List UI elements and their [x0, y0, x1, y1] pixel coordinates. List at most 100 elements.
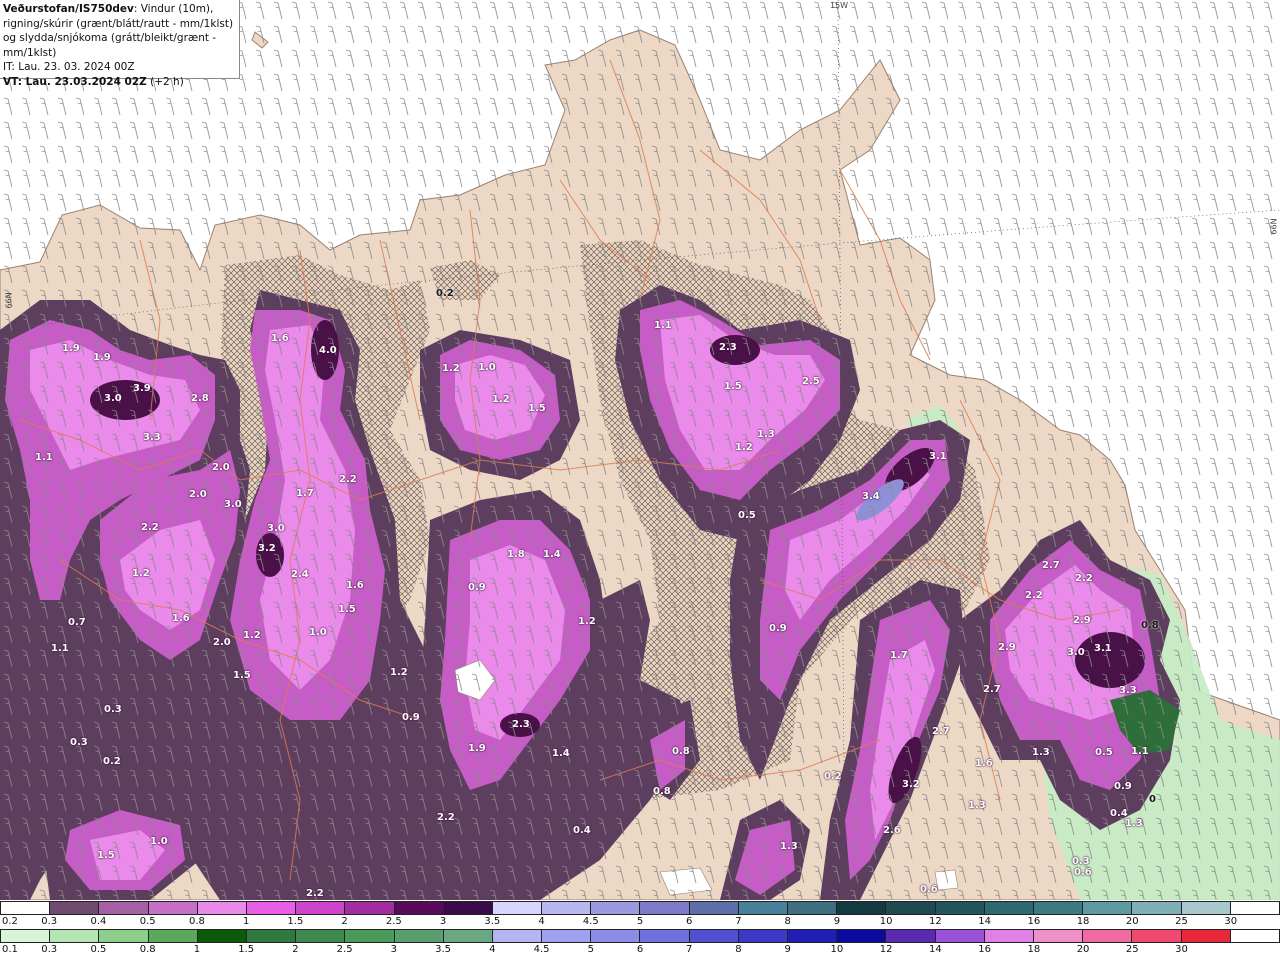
- legend-swatch: [640, 930, 690, 942]
- value-label: 3.0: [224, 499, 242, 510]
- value-label: 3.0: [1067, 647, 1085, 658]
- legend-tick-label: 2: [341, 916, 348, 927]
- value-label: 3.9: [133, 383, 151, 394]
- value-label: 0: [1149, 794, 1156, 805]
- value-label: 2.0: [212, 462, 230, 473]
- legend-tick-label: 0.8: [188, 916, 205, 927]
- value-label: 1.5: [724, 381, 742, 392]
- legend-swatch: [246, 902, 297, 914]
- legend-tick-label: 25: [1125, 944, 1139, 955]
- legend-swatch: [443, 930, 493, 942]
- legend-swatch: [99, 902, 149, 914]
- longitude-label-15w: 15W: [830, 1, 849, 10]
- legend-tick-label: 0.5: [90, 944, 107, 955]
- value-label: 1.3: [757, 429, 775, 440]
- legend-tick-label: 16: [978, 944, 991, 955]
- legend-tick-label: 1.5: [287, 916, 304, 927]
- value-label: 2.8: [191, 393, 209, 404]
- legend-swatch: [935, 902, 985, 914]
- legend-swatch: [197, 930, 247, 942]
- legend-swatch: [394, 902, 444, 914]
- value-label: 0.2: [824, 771, 842, 782]
- value-label: 2.2: [1025, 590, 1043, 601]
- value-label: 1.2: [492, 394, 510, 405]
- value-label: 1.5: [97, 850, 115, 861]
- snow-legend-bar: [0, 901, 1280, 915]
- value-label: 1.1: [654, 320, 672, 331]
- value-label: 3.0: [104, 393, 122, 404]
- legend-swatch: [296, 902, 346, 914]
- legend-swatch: [935, 930, 985, 942]
- legend-tick-label: 6: [686, 916, 693, 927]
- legend-tick-label: 1: [242, 916, 250, 927]
- value-label: 1.2: [243, 630, 261, 641]
- value-label: 2.5: [802, 376, 820, 387]
- legend-tick-label: 3.5: [484, 916, 501, 927]
- value-label: 0.8: [653, 786, 671, 797]
- snow-legend-ticks: 0.2 0.3 0.4 0.5 0.8 1 1.5 2 2.5 3 3.5 4 4.5 5 6 7 8 9 10 12…: [0, 915, 1280, 929]
- legend-swatch: [788, 902, 838, 914]
- value-label: 4.0: [319, 345, 337, 356]
- value-label: 1.3: [780, 841, 798, 852]
- legend-tick-label: 3.5: [435, 944, 452, 955]
- legend-swatch: [148, 930, 198, 942]
- legend-tick-label: 1.5: [238, 944, 255, 955]
- value-label: 2.7: [932, 726, 950, 737]
- legend-tick-label: 9: [833, 916, 841, 927]
- legend-swatch: [542, 902, 592, 914]
- value-label: 2.7: [983, 684, 1001, 695]
- legend-tick-label: 20: [1125, 916, 1139, 927]
- rain-legend-ticks: 0.1 0.3 0.5 0.8 1 1.5 2 2.5 3 3.5 4 4.5 5 6 7 8 9 10 12 14 1…: [0, 943, 1280, 957]
- value-label: 2.0: [213, 637, 231, 648]
- legend-tick-label: 12: [929, 916, 942, 927]
- value-label: 1.3: [1125, 818, 1143, 829]
- value-label: 0.7: [68, 617, 86, 628]
- value-label: 0.5: [738, 510, 756, 521]
- value-label: 1.2: [442, 363, 460, 374]
- legend-swatch: [984, 930, 1034, 942]
- legend-swatch: [886, 930, 936, 942]
- legend-tick-label: 10: [830, 944, 844, 955]
- latitude-label-left: 66N: [4, 292, 14, 309]
- value-label: 3.4: [862, 491, 880, 502]
- legend-tick-label: 0.2: [2, 916, 18, 927]
- legend-tick-label: 0.8: [139, 944, 156, 955]
- legend-tick-label: 18: [1076, 916, 1090, 927]
- value-label: 2.0: [189, 489, 207, 500]
- legend-swatch: [345, 902, 395, 914]
- legend-tick-label: 18: [1027, 944, 1041, 955]
- legend-swatch: [689, 930, 739, 942]
- legend-tick-label: 1: [193, 944, 201, 955]
- value-label: 1.4: [543, 549, 561, 560]
- value-label: 2.2: [306, 888, 324, 899]
- value-label: 0.9: [402, 712, 420, 723]
- value-label: 1.6: [271, 333, 289, 344]
- value-label: 0.2: [103, 756, 121, 767]
- legend-swatch: [345, 930, 395, 942]
- legend-tick-label: 8: [735, 944, 742, 955]
- legend-swatch: [788, 930, 838, 942]
- value-label: 1.9: [468, 743, 486, 754]
- legend-tick-label: 8: [784, 916, 791, 927]
- legend-swatch: [99, 930, 149, 942]
- legend-tick-label: 20: [1076, 944, 1090, 955]
- legend-tick-label: 30: [1224, 916, 1238, 927]
- value-label: 2.9: [998, 642, 1016, 653]
- legend-tick-label: 5: [587, 944, 594, 955]
- value-label: 1.3: [968, 800, 986, 811]
- value-label: 1.3: [1032, 747, 1050, 758]
- value-label: 3.1: [929, 451, 947, 462]
- legend-tick-label: 0.4: [90, 916, 107, 927]
- value-label: 2.7: [1042, 560, 1060, 571]
- legend-swatch: [492, 930, 543, 942]
- value-label: 3.3: [143, 432, 161, 443]
- value-label: 0.9: [769, 623, 787, 634]
- legend-swatch: [984, 902, 1034, 914]
- value-label: 1.6: [975, 758, 993, 769]
- legend-swatch: [492, 902, 543, 914]
- value-label: 1.5: [528, 403, 546, 414]
- value-label: 1.9: [62, 343, 80, 354]
- value-label: 1.5: [338, 604, 356, 615]
- legend-swatch: [542, 930, 592, 942]
- value-label: 1.1: [51, 643, 69, 654]
